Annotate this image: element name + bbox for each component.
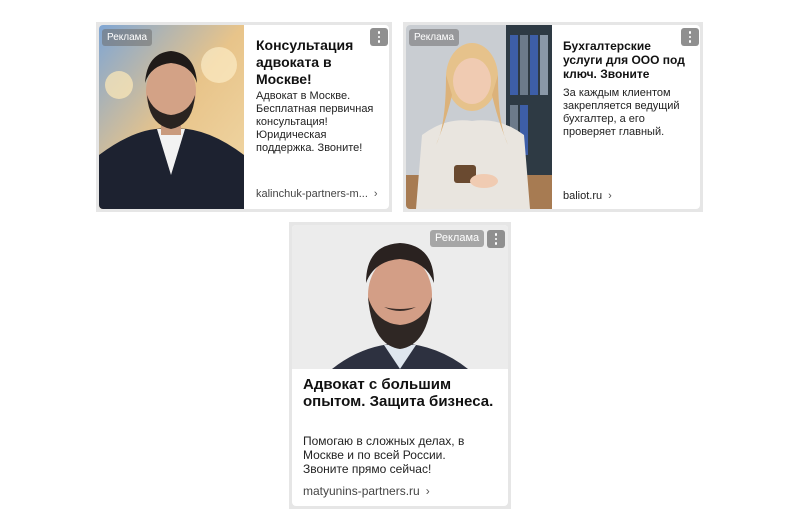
ad-card-inner: Реклама Бухгалтерские услуги для ООО под…	[406, 25, 700, 209]
vertical-dots-icon	[377, 31, 381, 34]
ad-description: За каждым клиентом закрепляется ведущий …	[563, 87, 680, 138]
ad-card-inner: Реклама Адвокат с большим опытом. Защита…	[292, 225, 508, 506]
ad-image-lawyer-man[interactable]	[99, 25, 244, 209]
ad-image-accountant-woman[interactable]	[406, 25, 552, 209]
chevron-right-icon: ›	[373, 188, 378, 200]
ad-menu-button[interactable]	[370, 28, 388, 46]
ad-label-badge: Реклама	[430, 230, 485, 247]
ad-domain-link[interactable]: matyunins-partners.ru ›	[303, 484, 430, 498]
ad-description: Адвокат в Москве. Бесплатная первичная к…	[256, 90, 374, 154]
ad-title[interactable]: Консультация адвоката в Москве!	[256, 37, 366, 88]
vertical-dots-icon	[494, 233, 498, 236]
chevron-right-icon: ›	[425, 484, 430, 498]
ad-menu-button[interactable]	[487, 230, 505, 248]
chevron-right-icon: ›	[608, 190, 612, 202]
ad-domain-link[interactable]: kalinchuk-partners-m... ›	[256, 188, 386, 200]
ad-card-lawyer-kalinchuk[interactable]: Реклама Консультация адвоката в Москве! …	[96, 22, 392, 212]
ad-title[interactable]: Адвокат с большим опытом. Защита бизнеса…	[303, 376, 499, 410]
ad-description: Помогаю в сложных делах, в Москве и по в…	[303, 434, 465, 476]
ad-title[interactable]: Бухгалтерские услуги для ООО под ключ. З…	[563, 39, 691, 81]
ad-card-accounting-baliot[interactable]: Реклама Бухгалтерские услуги для ООО под…	[403, 22, 703, 212]
ad-label-badge: Реклама	[102, 29, 153, 46]
ad-card-inner: Реклама Консультация адвоката в Москве! …	[99, 25, 389, 209]
ad-label-badge: Реклама	[409, 29, 460, 46]
ad-card-lawyer-matyunins[interactable]: Реклама Адвокат с большим опытом. Защита…	[289, 222, 511, 509]
vertical-dots-icon	[688, 31, 692, 34]
ad-domain-link[interactable]: baliot.ru ›	[563, 190, 612, 202]
